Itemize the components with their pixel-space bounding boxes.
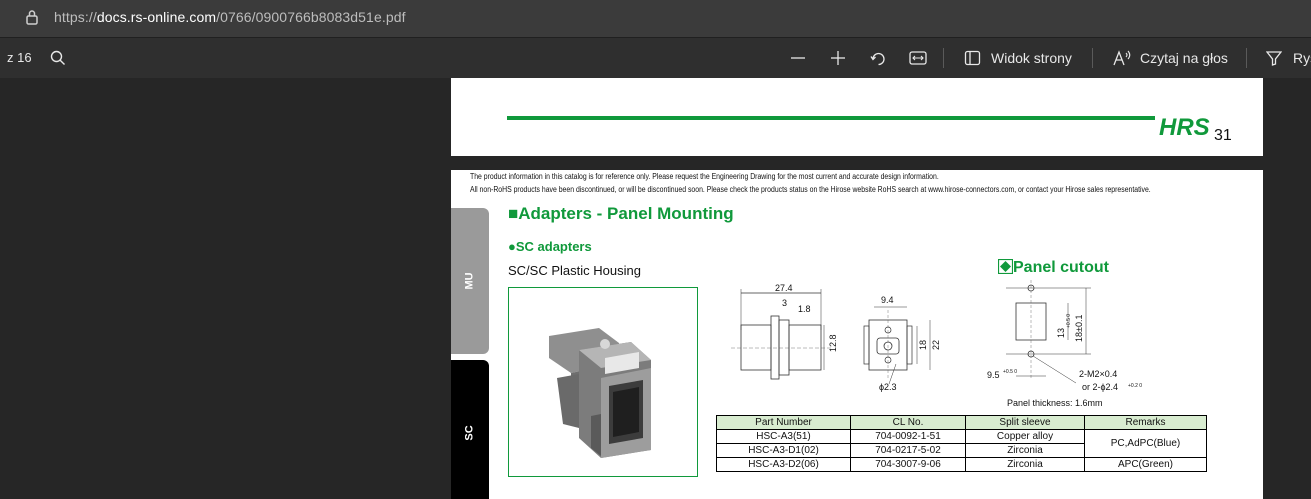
- svg-text:9.5: 9.5: [987, 370, 1000, 380]
- table-cell: HSC-A3(51): [716, 429, 851, 444]
- read-aloud-icon-wrap[interactable]: [1111, 48, 1133, 68]
- side-tab-sc-label: SC: [464, 424, 476, 441]
- table-header-row: Part Number CL No. Split sleeve Remarks: [716, 415, 1207, 430]
- svg-text:12.8: 12.8: [828, 334, 838, 352]
- adapter-image: [549, 328, 651, 458]
- svg-text:HRS: HRS: [1159, 114, 1210, 140]
- toolbar-divider: [1092, 48, 1093, 68]
- panel-thickness-note: Panel thickness: 1.6mm: [1007, 398, 1103, 408]
- table-header-cell: Split sleeve: [965, 415, 1085, 430]
- url-path: /0766/0900766b8083d51e.pdf: [216, 9, 406, 25]
- toolbar-divider: [943, 48, 944, 68]
- svg-text:+0.5 0: +0.5 0: [1003, 369, 1017, 375]
- svg-text:3: 3: [782, 298, 787, 308]
- svg-text:13: 13: [1056, 328, 1066, 338]
- front-view-drawing: 9.4 18 22 ϕ2.3: [863, 295, 941, 392]
- side-tab-mu-label: MU: [463, 272, 476, 290]
- panel-cutout-label: Panel cutout: [1013, 259, 1110, 276]
- table-row: HSC-A3-D2(06) 704-3007-9-06 Zirconia APC…: [716, 457, 1207, 472]
- plus-icon: [831, 51, 845, 65]
- svg-text:ϕ2.3: ϕ2.3: [879, 382, 897, 392]
- svg-text:9.4: 9.4: [881, 295, 894, 305]
- table-cell: 704-0092-1-51: [850, 429, 966, 444]
- table-header-cell: CL No.: [850, 415, 966, 430]
- page-count: z 16: [7, 50, 32, 65]
- table-cell: Zirconia: [965, 443, 1085, 458]
- table-header-cell: Remarks: [1084, 415, 1207, 430]
- page-view-button[interactable]: Widok strony: [991, 50, 1072, 66]
- catalog-notice: The product information in this catalog …: [470, 172, 939, 181]
- svg-text:1.8: 1.8: [798, 304, 811, 314]
- side-tab-sc[interactable]: SC: [451, 360, 489, 499]
- parts-table: Part Number CL No. Split sleeve Remarks …: [716, 415, 1207, 472]
- table-row: HSC-A3(51) 704-0092-1-51 Copper alloy PC…: [716, 429, 1207, 458]
- url-text[interactable]: https://docs.rs-online.com/0766/0900766b…: [54, 9, 406, 25]
- rohs-notice: All non-RoHS products have been disconti…: [470, 185, 1151, 194]
- svg-text:27.4: 27.4: [775, 283, 793, 293]
- svg-text:+0.5 0: +0.5 0: [1066, 314, 1072, 328]
- draw-icon-wrap[interactable]: [1263, 48, 1285, 68]
- address-bar[interactable]: https://docs.rs-online.com/0766/0900766b…: [0, 0, 1311, 38]
- pdf-page-previous: HRS 31: [451, 78, 1263, 156]
- svg-text:18: 18: [918, 340, 928, 350]
- page-number: 31: [1214, 127, 1232, 144]
- table-header-cell: Part Number: [716, 415, 851, 430]
- lock-icon: [26, 10, 38, 25]
- svg-text:22: 22: [931, 340, 941, 350]
- table-cell: PC,AdPC(Blue): [1084, 429, 1207, 458]
- table-cell: HSC-A3-D2(06): [716, 457, 851, 472]
- panel-cutout-heading: Panel cutout: [997, 258, 1110, 277]
- rotate-button[interactable]: [867, 48, 889, 68]
- section-heading: ■Adapters - Panel Mounting: [508, 204, 734, 223]
- page-view-icon-wrap[interactable]: [961, 48, 983, 68]
- table-cell: HSC-A3-D1(02): [716, 443, 851, 458]
- draw-button[interactable]: Rys: [1293, 50, 1311, 66]
- read-aloud-button[interactable]: Czytaj na głos: [1140, 50, 1228, 66]
- table-cell: 704-0217-5-02: [850, 443, 966, 458]
- table-cell: Zirconia: [965, 457, 1085, 472]
- product-photo: [508, 287, 698, 477]
- fit-width-icon: [909, 51, 927, 65]
- pdf-toolbar: z 16 Widok strony Czytaj na głos Rys: [0, 38, 1311, 78]
- page-view-icon: [964, 50, 980, 66]
- search-button[interactable]: [47, 48, 69, 68]
- search-icon: [50, 50, 65, 65]
- toolbar-divider: [1246, 48, 1247, 68]
- table-cell: Copper alloy: [965, 429, 1085, 444]
- table-cell: 704-3007-9-06: [850, 457, 966, 472]
- panel-cutout-drawing: 13 18±0.1 +0.5 0 9.5 +0.5 0 2-M2×0.4 or …: [987, 280, 1142, 392]
- svg-text:+0.2 0: +0.2 0: [1128, 383, 1142, 389]
- pdf-page-current: The product information in this catalog …: [451, 170, 1263, 499]
- housing-title: SC/SC Plastic Housing: [508, 263, 641, 278]
- svg-text:or 2-ϕ2.4: or 2-ϕ2.4: [1082, 382, 1118, 392]
- dimension-drawings: 27.4 3 1.8 12.8 9.4 18 22 ϕ2.3 13 18±0.1…: [731, 280, 1142, 392]
- minus-icon: [791, 57, 805, 59]
- subsection-heading: ●SC adapters: [508, 239, 592, 254]
- hrs-logo: HRS: [1159, 114, 1210, 140]
- url-host: docs.rs-online.com: [96, 9, 217, 25]
- rotate-icon: [869, 52, 885, 65]
- header-rule: [507, 116, 1155, 120]
- zoom-in-button[interactable]: [827, 48, 849, 68]
- zoom-out-button[interactable]: [787, 48, 809, 68]
- svg-text:2-M2×0.4: 2-M2×0.4: [1079, 369, 1117, 379]
- side-view-drawing: 27.4 3 1.8 12.8: [731, 283, 838, 380]
- side-tab-mu[interactable]: MU: [451, 208, 489, 354]
- svg-text:18±0.1: 18±0.1: [1074, 315, 1084, 342]
- table-cell: APC(Green): [1084, 457, 1207, 472]
- diamond-bullet-icon: [997, 258, 1014, 275]
- read-aloud-icon: [1113, 50, 1131, 66]
- url-scheme: https://: [54, 9, 97, 25]
- fit-width-button[interactable]: [907, 48, 929, 68]
- draw-filter-icon: [1266, 51, 1282, 66]
